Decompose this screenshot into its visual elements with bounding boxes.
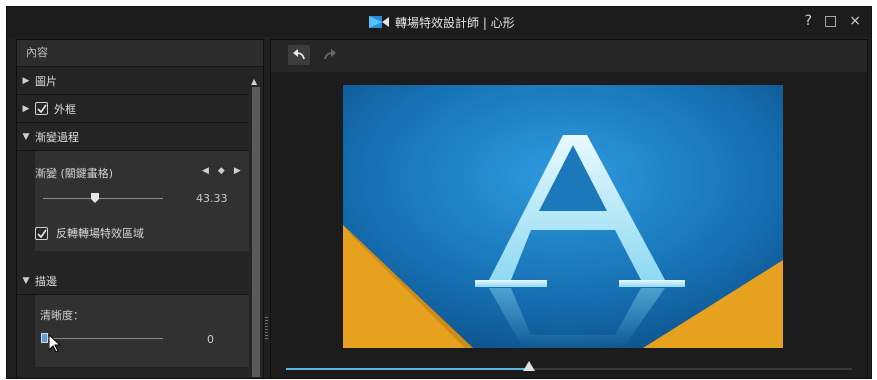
next-keyframe-icon[interactable]: ▶ <box>234 166 241 176</box>
progress-slider-thumb[interactable] <box>90 193 99 203</box>
progress-label: 漸變 (關鍵畫格) <box>35 167 114 180</box>
preview-toolbar <box>271 40 867 72</box>
window-title: 轉場特效設計師 | 心形 <box>369 12 515 32</box>
timeline-scrubber[interactable] <box>523 361 536 371</box>
collapse-arrow-icon[interactable]: ▼ <box>17 132 35 142</box>
scroll-up-icon[interactable]: ▲ <box>251 77 257 86</box>
checkmark-icon <box>36 229 47 238</box>
section-transition-label: 漸變過程 <box>35 130 79 144</box>
checkmark-icon <box>36 104 47 113</box>
transition-panel: 漸變 (關鍵畫格) ◀ ◆ ▶ 43.33 反轉轉場特效區域 <box>35 151 249 251</box>
maximize-button[interactable]: □ <box>824 14 837 28</box>
properties-header: 內容 <box>17 40 263 67</box>
section-frame[interactable]: ▶ 外框 <box>17 95 249 123</box>
prev-keyframe-icon[interactable]: ◀ <box>202 166 209 176</box>
expand-arrow-icon[interactable]: ▶ <box>17 104 35 114</box>
keyframe-controls: ◀ ◆ ▶ <box>202 166 241 176</box>
mouse-cursor-icon <box>49 335 61 353</box>
transition-preview-image <box>343 85 783 348</box>
timeline-track[interactable] <box>286 368 852 370</box>
close-button[interactable]: × <box>849 14 861 28</box>
collapse-arrow-icon[interactable]: ▼ <box>17 276 35 286</box>
window-title-text: 轉場特效設計師 | 心形 <box>395 15 515 30</box>
undo-button[interactable] <box>288 45 310 65</box>
panel-splitter[interactable] <box>265 317 268 339</box>
scroll-thumb[interactable] <box>252 87 260 377</box>
redo-icon <box>324 49 336 60</box>
properties-scrollbar[interactable]: ▲ <box>250 77 262 380</box>
designer-window: 轉場特效設計師 | 心形 ? □ × 內容 ▶ 圖片 ▶ 外框 ▼ 漸變過程 漸… <box>6 6 872 379</box>
section-frame-label: 外框 <box>54 102 76 116</box>
expand-arrow-icon[interactable]: ▶ <box>17 76 35 86</box>
progress-value: 43.33 <box>196 192 228 205</box>
help-button[interactable]: ? <box>805 14 812 28</box>
section-transition[interactable]: ▼ 漸變過程 <box>17 123 249 151</box>
app-logo-icon <box>369 16 389 28</box>
reverse-label: 反轉轉場特效區域 <box>56 227 144 240</box>
reverse-row[interactable]: 反轉轉場特效區域 <box>35 225 144 241</box>
properties-panel: 內容 ▶ 圖片 ▶ 外框 ▼ 漸變過程 漸變 (關鍵畫格) ◀ ◆ ▶ 43.3… <box>16 39 264 379</box>
timeline-progress <box>286 368 530 370</box>
reverse-checkbox[interactable] <box>35 226 48 240</box>
preview-area <box>270 39 868 379</box>
sharpness-label: 清晰度： <box>40 309 84 322</box>
frame-checkbox[interactable] <box>35 102 48 115</box>
undo-icon <box>293 49 305 60</box>
progress-slider-track[interactable] <box>43 198 163 199</box>
sharpness-slider-thumb[interactable] <box>41 333 48 343</box>
sharpness-slider-track[interactable] <box>43 338 163 339</box>
add-keyframe-icon[interactable]: ◆ <box>218 166 225 176</box>
stroke-panel: 清晰度： 0 <box>35 295 249 367</box>
section-stroke[interactable]: ▼ 描邊 <box>17 267 249 295</box>
redo-button[interactable] <box>319 45 341 65</box>
section-image[interactable]: ▶ 圖片 <box>17 67 249 95</box>
section-image-label: 圖片 <box>35 74 57 88</box>
sharpness-value: 0 <box>207 333 214 346</box>
section-stroke-label: 描邊 <box>35 274 57 288</box>
title-bar: 轉場特效設計師 | 心形 ? □ × <box>7 7 871 37</box>
